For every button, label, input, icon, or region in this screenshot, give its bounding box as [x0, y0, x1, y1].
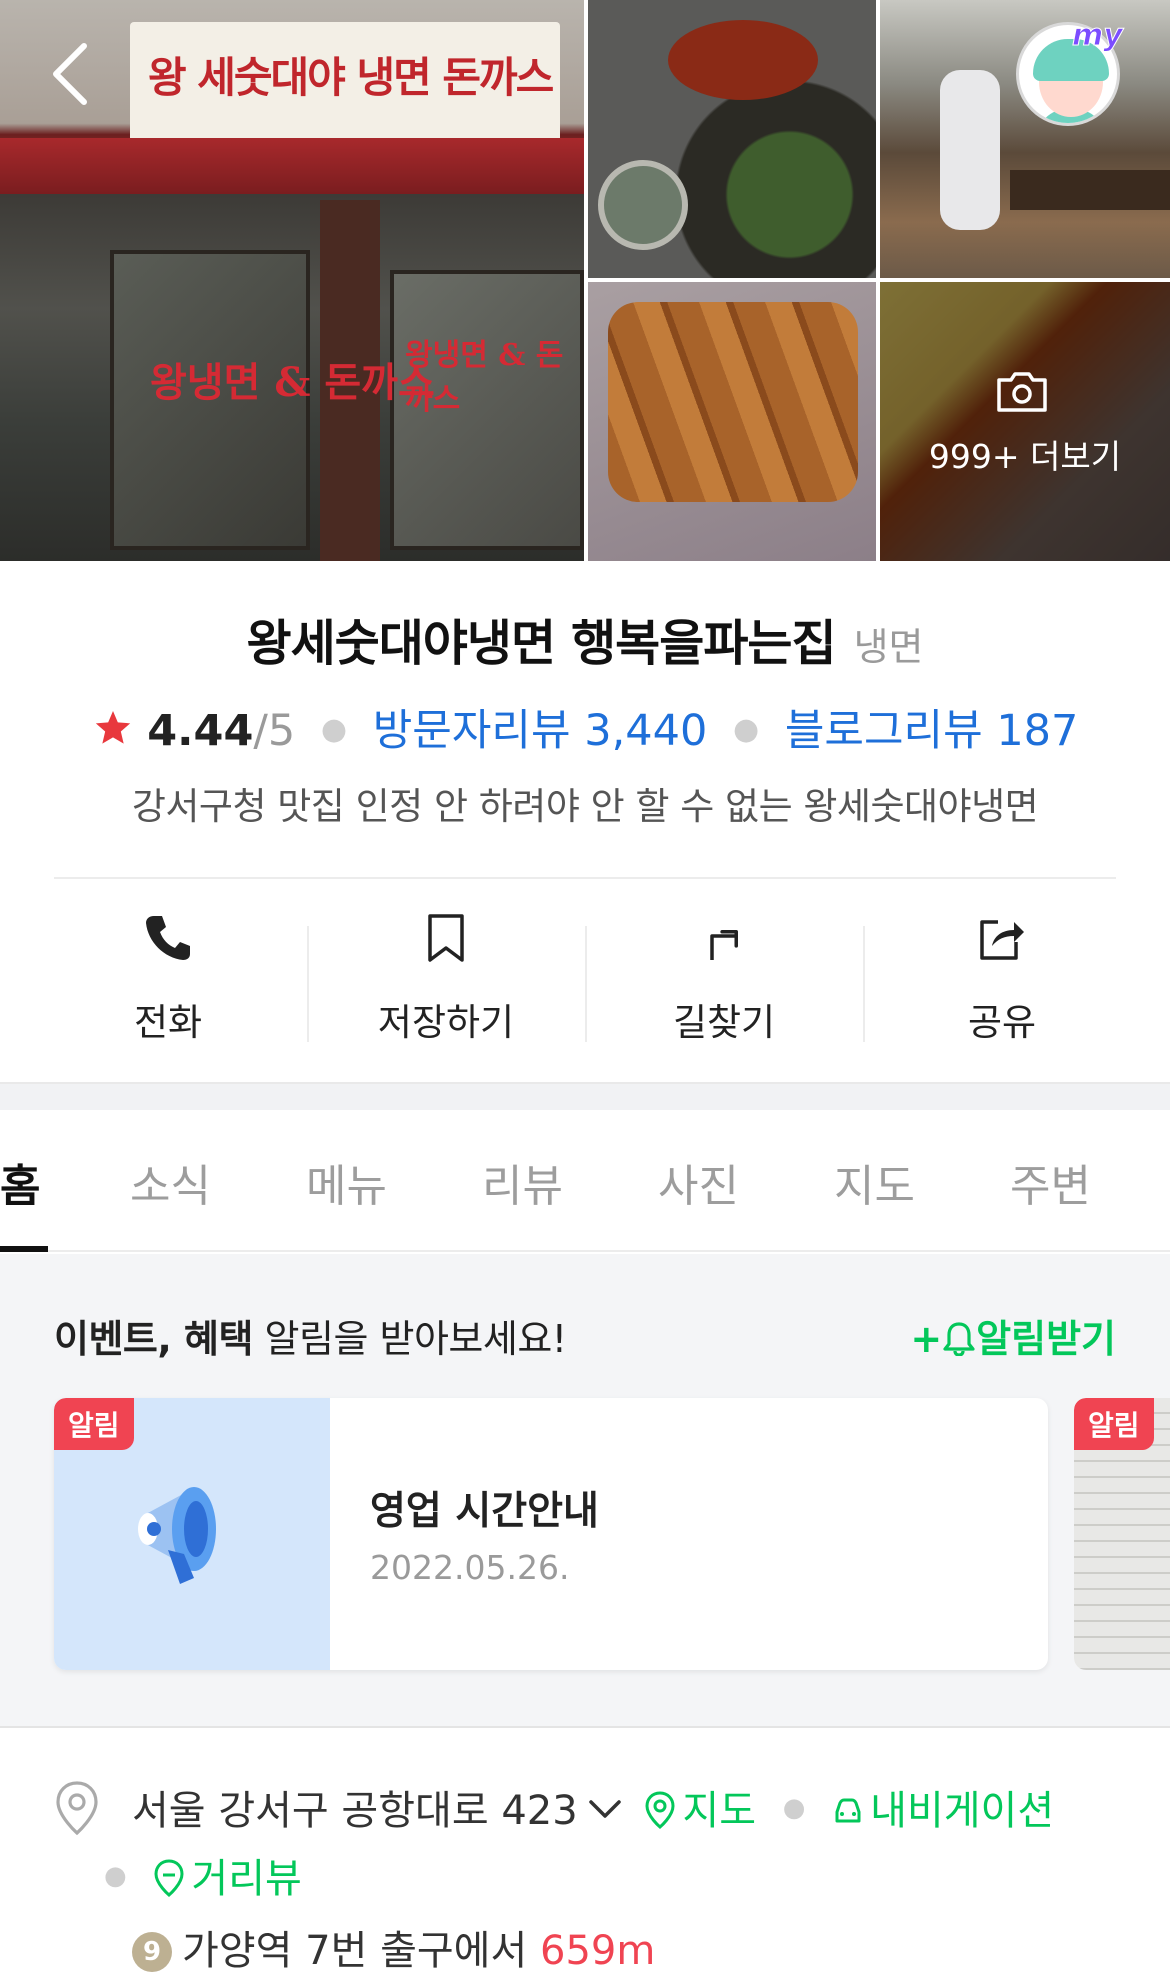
subscribe-label: 알림받기 — [976, 1317, 1116, 1361]
address-row: 서울 강서구 공항대로 423 지도 ● 내비게이션 — [132, 1778, 1054, 1836]
save-button[interactable]: 저장하기 — [307, 900, 585, 1076]
map-pin-icon — [645, 1791, 675, 1829]
store-sign-text: 왕 세숫대야 냉면 돈까스 — [148, 53, 554, 102]
staff-figure — [940, 70, 1000, 230]
back-arrow-icon[interactable] — [48, 42, 92, 106]
blog-review-link[interactable]: 블로그리뷰 187 — [785, 706, 1079, 756]
store-sign: 왕 세숫대야 냉면 돈까스 — [130, 22, 560, 142]
alert-badge: 알림 — [54, 1398, 134, 1450]
call-label: 전화 — [133, 1001, 203, 1044]
share-button[interactable]: 공유 — [863, 900, 1141, 1076]
soup-bowl — [598, 160, 688, 250]
events-title-bold: 이벤트, 혜택 — [54, 1317, 253, 1361]
directions-label: 길찾기 — [672, 1001, 776, 1044]
subway-line-badge: 9 — [132, 1932, 172, 1972]
megaphone-icon — [138, 1487, 216, 1584]
active-tab-underline — [0, 1246, 48, 1252]
action-bar: 전화 저장하기 길찾기 공유 — [0, 900, 1170, 1076]
separator-dot: ● — [104, 1861, 127, 1891]
event-card-next[interactable]: 알림 — [1074, 1398, 1170, 1670]
bookmark-icon — [428, 914, 464, 962]
address-row-2: ● 거리뷰 — [104, 1846, 302, 1904]
address-text: 서울 강서구 공항대로 423 — [132, 1788, 578, 1834]
directions-button[interactable]: 길찾기 — [585, 900, 863, 1076]
place-title-row: 왕세숫대야냉면 행복을파는집 냉면 — [0, 604, 1170, 675]
navigation-link-label: 내비게이션 — [870, 1788, 1055, 1834]
map-link[interactable]: 지도 — [644, 1788, 756, 1834]
awning — [0, 138, 584, 194]
share-label: 공유 — [967, 1001, 1037, 1044]
photo-gallery: 왕 세숫대야 냉면 돈까스 왕냉면 & 돈까스 왕냉면 & 돈까스 999+ 더… — [0, 0, 1170, 561]
phone-icon — [146, 916, 190, 960]
food-photo-naengmyeon[interactable] — [588, 0, 876, 278]
table-shape — [1010, 170, 1170, 210]
visitor-review-link[interactable]: 방문자리뷰 3,440 — [373, 706, 708, 756]
event-title: 영업 시간안내 — [370, 1489, 599, 1534]
more-photos-button[interactable]: 999+ 더보기 — [880, 282, 1170, 561]
rating-row: 4.44/5 ● 방문자리뷰 3,440 ● 블로그리뷰 187 — [0, 696, 1170, 758]
call-button[interactable]: 전화 — [29, 900, 307, 1076]
star-icon — [95, 711, 130, 744]
place-category: 냉면 — [853, 625, 924, 669]
separator-dot: ● — [320, 712, 348, 747]
cutlet-shape — [608, 302, 858, 502]
sauce-plate — [668, 20, 818, 100]
directions-icon — [710, 930, 738, 960]
section-gap — [0, 1082, 1170, 1110]
tab-bar: 홈 소식 메뉴 리뷰 사진 지도 주변 — [0, 1110, 1170, 1252]
divider — [54, 877, 1116, 879]
plus-icon: + — [910, 1317, 943, 1361]
food-photo-cutlet[interactable] — [588, 282, 876, 561]
events-title-rest: 알림을 받아보세요! — [252, 1317, 567, 1361]
my-label: my — [1072, 18, 1124, 54]
events-title: 이벤트, 혜택 알림을 받아보세요! — [54, 1308, 567, 1363]
tab-news[interactable]: 소식 — [130, 1150, 211, 1214]
event-thumbnail: 알림 — [54, 1398, 330, 1670]
navigation-link[interactable]: 내비게이션 — [832, 1788, 1054, 1834]
tab-home[interactable]: 홈 — [0, 1150, 40, 1214]
subway-distance: 659m — [540, 1928, 656, 1974]
alert-badge: 알림 — [1074, 1398, 1154, 1450]
camera-icon — [997, 372, 1047, 412]
subway-info-row: 9 가양역 7번 출구에서 659m — [132, 1918, 655, 1976]
dim-overlay — [880, 282, 1170, 561]
map-link-label: 지도 — [682, 1788, 757, 1834]
street-view-link[interactable]: 거리뷰 — [153, 1856, 302, 1902]
location-pin-icon — [56, 1781, 98, 1836]
window-text-right: 왕냉면 & 돈까스 — [405, 338, 564, 417]
tab-map[interactable]: 지도 — [834, 1150, 915, 1214]
chevron-down-icon[interactable] — [588, 1798, 622, 1820]
event-card[interactable]: 알림 영업 시간안내 2022.05.26. — [54, 1398, 1048, 1670]
street-view-icon — [154, 1859, 184, 1897]
subway-text: 가양역 7번 출구에서 — [182, 1928, 528, 1974]
interior-photo[interactable] — [880, 0, 1170, 278]
subscribe-alert-button[interactable]: + 알림받기 — [910, 1308, 1116, 1363]
events-section: 이벤트, 혜택 알림을 받아보세요! + 알림받기 알림 영업 시간안내 202… — [0, 1254, 1170, 1728]
place-name: 왕세숫대야냉면 행복을파는집 — [246, 615, 836, 672]
save-label: 저장하기 — [377, 1001, 515, 1044]
tab-menu[interactable]: 메뉴 — [306, 1150, 387, 1214]
event-date: 2022.05.26. — [370, 1548, 570, 1587]
share-icon — [980, 920, 1024, 960]
tab-nearby[interactable]: 주변 — [1010, 1150, 1091, 1214]
bell-icon — [943, 1322, 975, 1357]
street-view-label: 거리뷰 — [191, 1856, 302, 1902]
car-icon — [835, 1798, 861, 1823]
separator-dot: ● — [782, 1793, 806, 1823]
window-text-left: 왕냉면 & 돈까스 — [150, 359, 435, 406]
tab-reviews[interactable]: 리뷰 — [482, 1150, 563, 1214]
rating-value: 4.44 — [147, 706, 254, 756]
more-photos-label: 999+ 더보기 — [928, 437, 1122, 476]
separator-dot: ● — [733, 712, 760, 747]
place-intro: 강서구청 맛집 인정 안 하려야 안 할 수 없는 왕세숫대야냉면 — [131, 785, 1039, 828]
tab-photos[interactable]: 사진 — [658, 1150, 739, 1214]
rating-max: /5 — [253, 706, 296, 756]
